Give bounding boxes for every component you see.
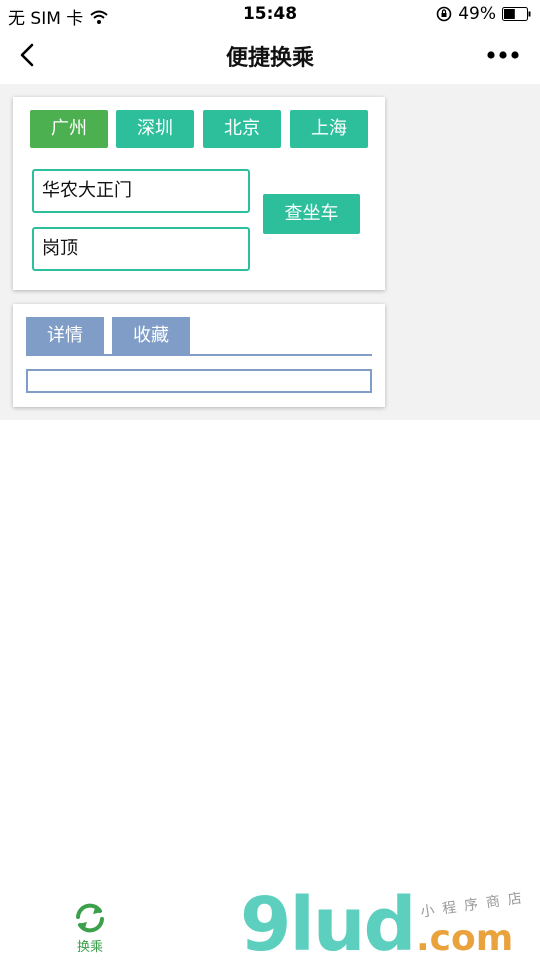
search-button[interactable]: 查坐车 bbox=[263, 194, 360, 234]
tab-underline bbox=[26, 354, 372, 356]
tab-panel bbox=[26, 369, 372, 393]
rotation-lock-icon bbox=[436, 6, 452, 22]
tab-details[interactable]: 详情 bbox=[26, 317, 104, 354]
nav-bar: 便捷换乘 bbox=[0, 28, 540, 84]
city-button-shenzhen[interactable]: 深圳 bbox=[116, 110, 194, 148]
city-button-beijing[interactable]: 北京 bbox=[203, 110, 281, 148]
watermark-brand: 9lud bbox=[240, 882, 417, 960]
city-button-shanghai[interactable]: 上海 bbox=[290, 110, 368, 148]
results-card: 详情 收藏 bbox=[13, 304, 385, 407]
bottom-tab-transfer[interactable]: 换乘 bbox=[60, 902, 120, 960]
page-title: 便捷换乘 bbox=[225, 46, 314, 71]
more-button[interactable] bbox=[486, 45, 520, 65]
battery-icon bbox=[502, 7, 532, 21]
bottom-tab-label: 换乘 bbox=[76, 940, 103, 955]
origin-input[interactable]: 华农大正门 bbox=[32, 169, 250, 213]
watermark: 9lud 小程序商店 .com bbox=[240, 882, 540, 960]
more-dots-icon bbox=[487, 51, 519, 59]
battery-text: 49% bbox=[458, 4, 496, 24]
status-right: 49% bbox=[436, 4, 532, 24]
status-bar: 无 SIM 卡 15:48 49% bbox=[0, 0, 540, 29]
page: 无 SIM 卡 15:48 49% 便捷换乘 广州 深圳 北京 上海 华农大正门… bbox=[0, 0, 540, 960]
destination-input[interactable]: 岗顶 bbox=[32, 227, 250, 271]
watermark-tagline: 小程序商店 bbox=[419, 889, 531, 921]
refresh-icon bbox=[76, 903, 104, 933]
content-area: 广州 深圳 北京 上海 华农大正门 岗顶 查坐车 详情 收藏 bbox=[0, 84, 540, 420]
tab-favorites[interactable]: 收藏 bbox=[112, 317, 190, 354]
search-card: 广州 深圳 北京 上海 华农大正门 岗顶 查坐车 bbox=[13, 97, 385, 290]
watermark-domain: .com bbox=[416, 918, 514, 959]
city-button-guangzhou[interactable]: 广州 bbox=[30, 110, 108, 148]
